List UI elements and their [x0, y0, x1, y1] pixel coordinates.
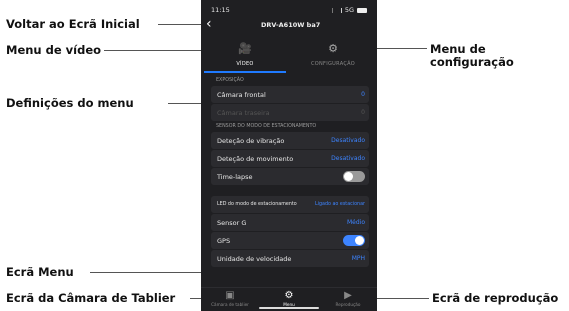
callout-dashcam-screen: Ecrã da Câmara de Tablier — [6, 291, 176, 305]
status-bar: 11:15 5G — [201, 0, 377, 16]
tab-video[interactable]: 🎥 VÍDEO — [201, 36, 289, 72]
callout-playback-screen: Ecrã de reprodução — [432, 291, 559, 305]
row-parking-led-label: LED do modo de estacionamento — [217, 202, 297, 207]
row-motion-value: Desativado — [331, 155, 365, 162]
phone-screen: 11:15 5G ‹ DRV-A610W ba7 🎥 VÍDEO ⚙ CONFI… — [201, 0, 377, 311]
video-settings-icon: 🎥 — [238, 42, 252, 55]
row-rear-camera: Câmara traseira 0 — [211, 104, 369, 121]
row-parking-led-value: Ligado ao estacionar — [314, 202, 365, 207]
bottom-nav-playback-label: Reprodução — [335, 302, 361, 307]
row-parking-led[interactable]: LED do modo de estacionamento Ligado ao … — [211, 196, 369, 213]
tab-configuration-label: CONFIGURAÇÃO — [310, 61, 355, 67]
row-motion-label: Deteção de movimento — [217, 155, 294, 163]
bottom-nav-menu[interactable]: ⚙ Menu — [260, 288, 318, 307]
callout-menu-screen: Ecrã Menu — [6, 265, 74, 279]
row-rear-camera-label: Câmara traseira — [217, 109, 270, 117]
row-gps: GPS — [211, 232, 369, 249]
row-speed-unit-label: Unidade de velocidade — [217, 255, 292, 263]
bottom-nav-dashcam[interactable]: ▣ Câmara de tablier — [201, 288, 259, 307]
row-vibration-detection[interactable]: Deteção de vibração Desativado — [211, 132, 369, 149]
callout-video-menu: Menu de vídeo — [6, 43, 102, 57]
callout-back: Voltar ao Ecrã Inicial — [6, 17, 140, 31]
section-parking-sensor: SENSOR DO MODO DE ESTACIONAMENTO — [216, 124, 317, 129]
callout-menu-settings: Definições do menu — [6, 96, 134, 110]
status-indicators: 5G — [331, 6, 367, 14]
row-speed-unit-value: MPH — [351, 255, 365, 262]
row-gsensor-value: Médio — [346, 219, 365, 226]
signal-icon — [331, 7, 342, 13]
status-time: 11:15 — [211, 6, 230, 14]
row-rear-camera-value: 0 — [361, 109, 365, 116]
row-vibration-value: Desativado — [331, 137, 365, 144]
tab-bar: 🎥 VÍDEO ⚙ CONFIGURAÇÃO — [201, 36, 377, 74]
callout-config-menu-text: Menu de configuração — [430, 42, 514, 69]
row-vibration-label: Deteção de vibração — [217, 137, 285, 145]
settings-list: EXPOSIÇÃO Câmara frontal 0 Câmara trasei… — [201, 76, 377, 268]
nav-bar: ‹ DRV-A610W ba7 — [201, 16, 377, 32]
play-icon: ▶ — [344, 290, 352, 301]
row-timelapse: Time-lapse — [211, 168, 369, 185]
camera-icon: ▣ — [225, 290, 235, 301]
timelapse-toggle[interactable] — [343, 171, 365, 182]
section-exposure: EXPOSIÇÃO — [216, 78, 244, 83]
callout-config-menu: Menu de configuração — [430, 43, 530, 69]
tab-video-label: VÍDEO — [236, 61, 254, 67]
row-speed-unit[interactable]: Unidade de velocidade MPH — [211, 250, 369, 267]
row-timelapse-label: Time-lapse — [217, 173, 253, 181]
toggle-knob — [355, 236, 364, 245]
gps-toggle[interactable] — [343, 235, 365, 246]
bottom-nav-dashcam-label: Câmara de tablier — [211, 302, 249, 307]
row-gsensor[interactable]: Sensor G Médio — [211, 214, 369, 231]
back-chevron-icon[interactable]: ‹ — [206, 17, 212, 31]
row-gps-label: GPS — [217, 237, 231, 245]
battery-icon — [357, 7, 367, 13]
network-label: 5G — [344, 6, 354, 14]
device-title: DRV-A610W ba7 — [261, 21, 321, 29]
active-tab-indicator — [204, 71, 286, 73]
row-front-camera[interactable]: Câmara frontal 0 — [211, 86, 369, 103]
row-front-camera-label: Câmara frontal — [217, 91, 266, 99]
home-indicator — [259, 307, 319, 309]
toggle-knob — [344, 172, 353, 181]
row-gsensor-label: Sensor G — [217, 219, 247, 227]
gear-icon: ⚙ — [284, 290, 294, 301]
row-front-camera-value: 0 — [361, 91, 365, 98]
row-motion-detection[interactable]: Deteção de movimento Desativado — [211, 150, 369, 167]
gears-icon: ⚙ — [328, 42, 338, 55]
tab-configuration[interactable]: ⚙ CONFIGURAÇÃO — [289, 36, 377, 72]
bottom-nav-playback[interactable]: ▶ Reprodução — [319, 288, 377, 307]
